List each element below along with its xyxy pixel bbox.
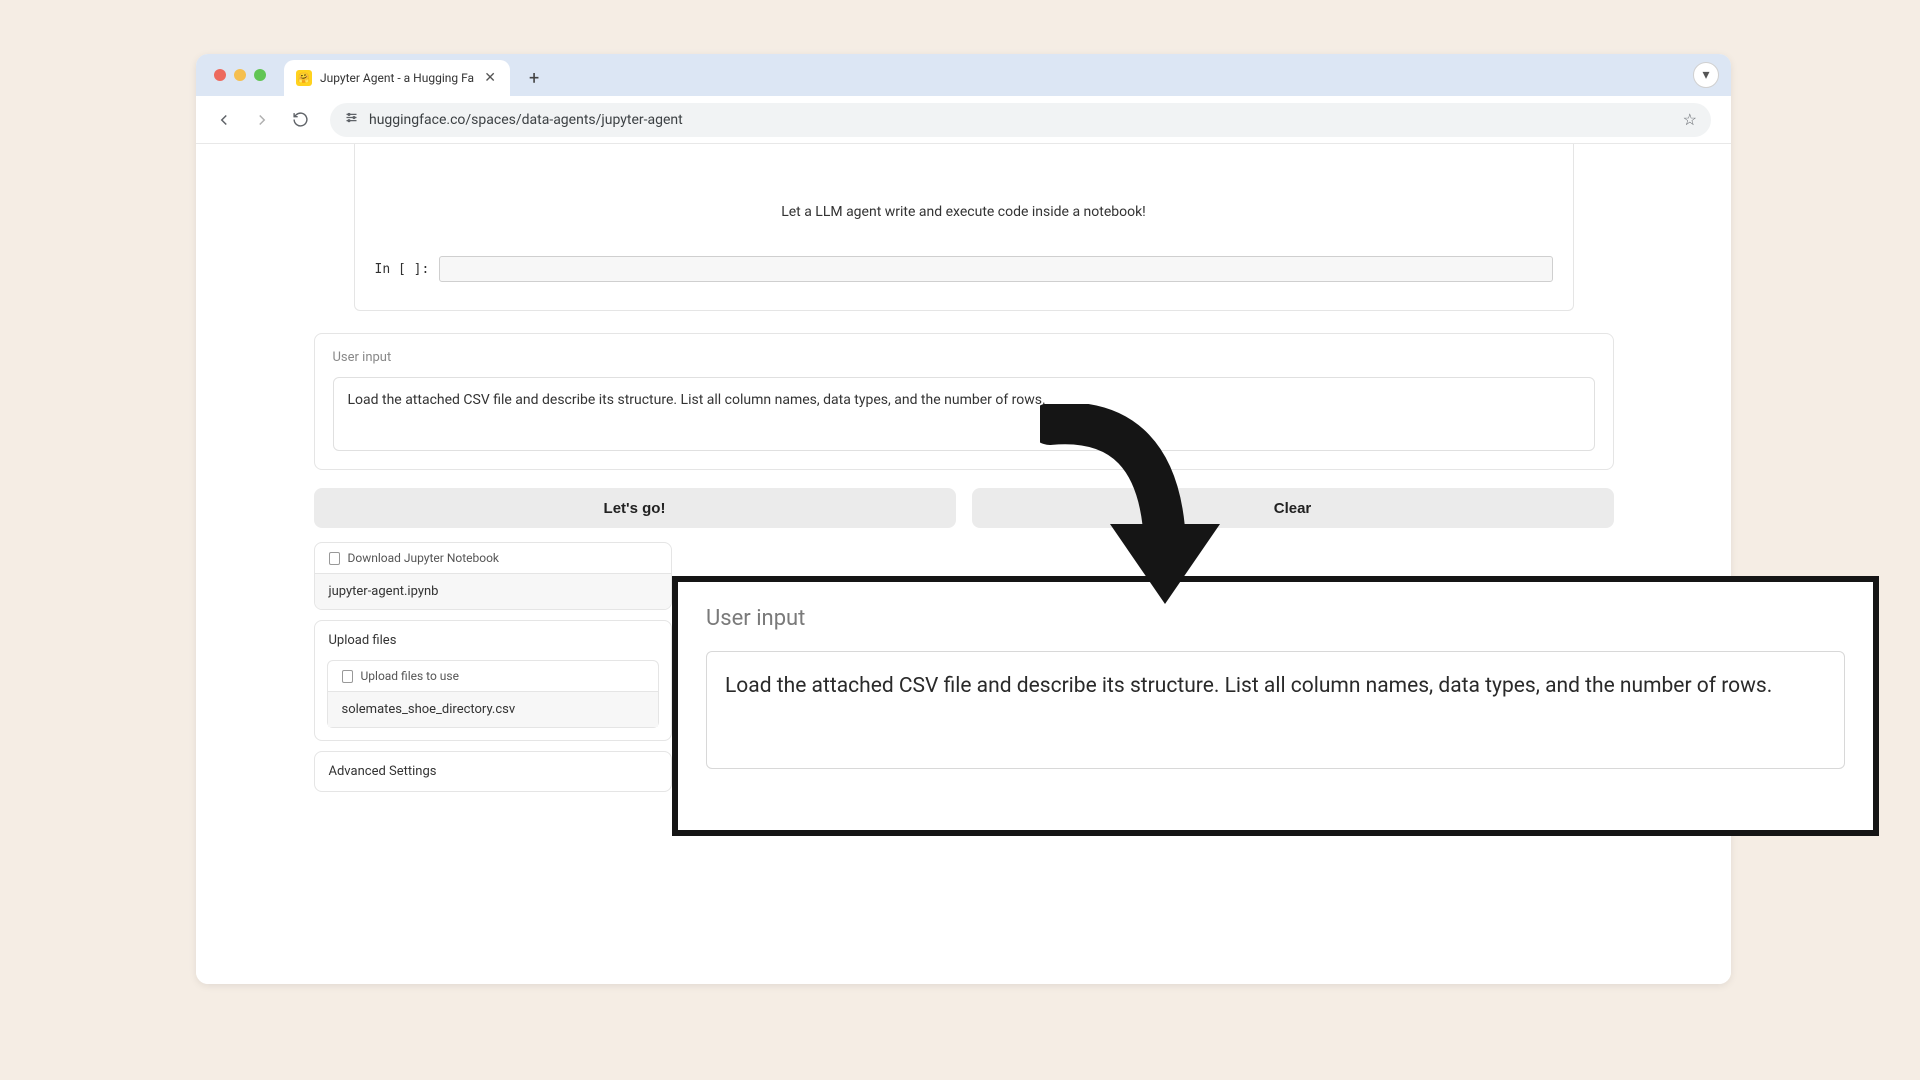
minimize-window-button[interactable] [234,69,246,81]
action-buttons: Let's go! Clear [314,488,1614,528]
uploaded-filename-row[interactable]: solemates_shoe_directory.csv [328,691,658,727]
url-text: huggingface.co/spaces/data-agents/jupyte… [369,112,683,128]
browser-menu-button[interactable]: ▾ [1693,62,1719,88]
nav-bar: huggingface.co/spaces/data-agents/jupyte… [196,96,1731,144]
cell-prompt: In [ ]: [375,262,430,277]
back-button[interactable] [208,104,240,136]
download-notebook-label: Download Jupyter Notebook [348,551,500,565]
annotation-arrow [1040,404,1220,614]
download-notebook-card: Download Jupyter Notebook jupyter-agent.… [314,542,672,610]
user-input-card: User input Load the attached CSV file an… [314,333,1614,470]
document-icon [329,552,340,565]
notebook-description: Let a LLM agent write and execute code i… [375,204,1553,220]
browser-tab[interactable]: 🤗 Jupyter Agent - a Hugging Fa ✕ [284,60,510,96]
tab-favicon: 🤗 [296,70,312,86]
maximize-window-button[interactable] [254,69,266,81]
chevron-down-icon: ▾ [1702,67,1709,83]
notebook-cell: In [ ]: [375,256,1553,282]
tab-bar: 🤗 Jupyter Agent - a Hugging Fa ✕ + ▾ [196,54,1731,96]
close-window-button[interactable] [214,69,226,81]
new-tab-button[interactable]: + [520,64,548,92]
upload-files-button[interactable]: Upload files to use [328,661,658,691]
forward-button[interactable] [246,104,278,136]
reload-button[interactable] [284,104,316,136]
callout-user-input-value: Load the attached CSV file and describe … [706,651,1845,769]
advanced-settings-card[interactable]: Advanced Settings [314,751,672,792]
annotation-callout: User input Load the attached CSV file an… [672,576,1879,836]
window-controls [206,54,276,96]
upload-files-title: Upload files [315,621,671,660]
notebook-filename-row[interactable]: jupyter-agent.ipynb [315,573,671,609]
document-icon [342,670,353,683]
cell-code-input[interactable] [439,256,1552,282]
user-input-textarea[interactable]: Load the attached CSV file and describe … [333,377,1595,451]
browser-window: 🤗 Jupyter Agent - a Hugging Fa ✕ + ▾ hug… [196,54,1731,984]
tab-title: Jupyter Agent - a Hugging Fa [320,71,474,85]
upload-files-inner: Upload files to use solemates_shoe_direc… [327,660,659,728]
advanced-settings-label: Advanced Settings [329,764,437,779]
address-bar[interactable]: huggingface.co/spaces/data-agents/jupyte… [330,103,1711,137]
bookmark-star-icon[interactable]: ☆ [1683,110,1697,129]
site-settings-icon[interactable] [344,110,359,129]
download-notebook-header[interactable]: Download Jupyter Notebook [315,543,671,573]
notebook-panel: Let a LLM agent write and execute code i… [354,144,1574,311]
user-input-label: User input [333,350,1595,365]
tab-close-icon[interactable]: ✕ [482,70,498,86]
upload-files-button-label: Upload files to use [361,669,459,683]
upload-files-card: Upload files Upload files to use solemat… [314,620,672,741]
user-input-section: User input Load the attached CSV file an… [314,333,1614,470]
callout-user-input-label: User input [706,606,1845,631]
page-content: Let a LLM agent write and execute code i… [196,144,1731,984]
lets-go-button[interactable]: Let's go! [314,488,956,528]
